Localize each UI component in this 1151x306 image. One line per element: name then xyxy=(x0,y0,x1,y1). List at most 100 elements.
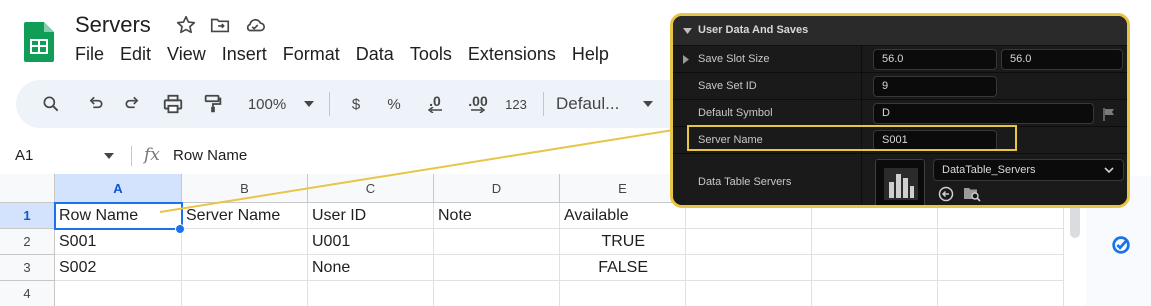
default-symbol-label: Default Symbol xyxy=(698,107,773,119)
save-set-id-input[interactable]: 9 xyxy=(873,76,997,97)
column-header-a[interactable]: A xyxy=(55,174,182,203)
menu-help[interactable]: Help xyxy=(564,42,617,67)
category-header[interactable]: User Data And Saves xyxy=(673,16,1127,46)
data-table-thumbnail[interactable] xyxy=(875,159,925,205)
document-title[interactable]: Servers xyxy=(75,12,151,38)
print-icon[interactable] xyxy=(159,91,187,117)
use-selected-asset-icon[interactable] xyxy=(938,186,954,202)
server-name-input[interactable]: S001 xyxy=(873,130,997,151)
cell-f2[interactable] xyxy=(686,229,812,255)
column-header-e[interactable]: E xyxy=(560,174,686,203)
font-select[interactable]: Defaul... xyxy=(556,91,628,117)
cell-h2[interactable] xyxy=(938,229,1064,255)
menu-insert[interactable]: Insert xyxy=(214,42,275,67)
name-box[interactable]: A1 xyxy=(15,147,33,164)
data-table-servers-label: Data Table Servers xyxy=(698,176,792,188)
star-icon[interactable] xyxy=(175,14,197,36)
undo-icon[interactable] xyxy=(82,91,108,117)
row-server-name: Server Name S001 xyxy=(673,127,1127,154)
column-header-c[interactable]: C xyxy=(308,174,434,203)
chevron-down-icon xyxy=(1104,167,1114,173)
cell-h3[interactable] xyxy=(938,255,1064,281)
server-name-label: Server Name xyxy=(698,134,763,146)
cell-d3[interactable] xyxy=(434,255,560,281)
menu-edit[interactable]: Edit xyxy=(112,42,159,67)
cell-f3[interactable] xyxy=(686,255,812,281)
cell-g4[interactable] xyxy=(812,281,938,306)
font-dropdown-icon[interactable] xyxy=(640,91,656,117)
cell-d2[interactable] xyxy=(434,229,560,255)
cell-c2[interactable]: U001 xyxy=(308,229,434,255)
formula-bar: A1 fx Row Name xyxy=(0,140,680,172)
browse-asset-icon[interactable] xyxy=(963,185,981,202)
cell-a1[interactable]: Row Name xyxy=(55,203,182,229)
zoom-dropdown-icon[interactable] xyxy=(301,91,317,117)
number-format-button[interactable]: 123 xyxy=(502,91,530,117)
cell-d1[interactable]: Note xyxy=(434,203,560,229)
row-save-slot-size: Save Slot Size 56.0 56.0 xyxy=(673,46,1127,73)
cell-c3[interactable]: None xyxy=(308,255,434,281)
cell-a3[interactable]: S002 xyxy=(55,255,182,281)
select-all-corner[interactable] xyxy=(0,174,55,203)
decrease-decimal-button[interactable]: .0 xyxy=(420,91,450,117)
data-table-dropdown[interactable]: DataTable_Servers xyxy=(933,159,1124,181)
search-icon[interactable] xyxy=(38,91,64,117)
cell-c4[interactable] xyxy=(308,281,434,306)
cell-h4[interactable] xyxy=(938,281,1064,306)
cell-a4[interactable] xyxy=(55,281,182,306)
redo-icon[interactable] xyxy=(120,91,146,117)
row-header-4[interactable]: 4 xyxy=(0,281,55,306)
data-table-value: DataTable_Servers xyxy=(942,164,1036,176)
column-header-b[interactable]: B xyxy=(182,174,308,203)
move-to-folder-icon[interactable] xyxy=(209,14,231,36)
tasks-icon[interactable] xyxy=(1110,234,1132,256)
row-header-1[interactable]: 1 xyxy=(0,203,55,229)
collapse-arrow-icon[interactable] xyxy=(683,28,692,34)
decrease-decimal-label: .0 xyxy=(429,93,441,109)
cell-e2[interactable]: TRUE xyxy=(560,229,686,255)
column-header-d[interactable]: D xyxy=(434,174,560,203)
cloud-status-icon[interactable] xyxy=(243,14,267,36)
data-table-icon xyxy=(884,168,918,200)
menu-format[interactable]: Format xyxy=(275,42,348,67)
expand-arrow-icon[interactable] xyxy=(683,55,689,64)
save-set-id-label: Save Set ID xyxy=(698,80,757,92)
save-slot-size-label: Save Slot Size xyxy=(698,53,770,65)
increase-decimal-label: .00 xyxy=(468,93,488,109)
menu-extensions[interactable]: Extensions xyxy=(460,42,564,67)
menu-view[interactable]: View xyxy=(159,42,214,67)
formula-input[interactable]: Row Name xyxy=(173,147,247,164)
cell-d4[interactable] xyxy=(434,281,560,306)
sheets-logo xyxy=(24,22,54,62)
menu-data[interactable]: Data xyxy=(348,42,402,67)
localization-flag-icon[interactable] xyxy=(1102,107,1116,121)
cell-g3[interactable] xyxy=(812,255,938,281)
zoom-select[interactable]: 100% xyxy=(240,91,294,117)
save-slot-size-x-input[interactable]: 56.0 xyxy=(873,49,997,70)
cell-g2[interactable] xyxy=(812,229,938,255)
cell-b4[interactable] xyxy=(182,281,308,306)
cell-e3[interactable]: FALSE xyxy=(560,255,686,281)
percent-format-button[interactable]: % xyxy=(384,91,404,117)
cell-a2[interactable]: S001 xyxy=(55,229,182,255)
menu-file[interactable]: File xyxy=(67,42,112,67)
cell-c1[interactable]: User ID xyxy=(308,203,434,229)
cell-f4[interactable] xyxy=(686,281,812,306)
currency-format-button[interactable]: $ xyxy=(346,91,366,117)
paint-format-icon[interactable] xyxy=(199,91,227,117)
row-header-3[interactable]: 3 xyxy=(0,255,55,281)
cell-e4[interactable] xyxy=(560,281,686,306)
default-symbol-input[interactable]: D xyxy=(873,103,1094,124)
cell-e1[interactable]: Available xyxy=(560,203,686,229)
fill-handle[interactable] xyxy=(175,224,185,234)
increase-decimal-button[interactable]: .00 xyxy=(461,91,495,117)
cell-b2[interactable] xyxy=(182,229,308,255)
row-header-2[interactable]: 2 xyxy=(0,229,55,255)
cell-b3[interactable] xyxy=(182,255,308,281)
name-box-dropdown-icon[interactable] xyxy=(104,153,114,159)
save-slot-size-y-input[interactable]: 56.0 xyxy=(1001,49,1123,70)
menu-bar: File Edit View Insert Format Data Tools … xyxy=(67,42,617,67)
cell-b1[interactable]: Server Name xyxy=(182,203,308,229)
menu-tools[interactable]: Tools xyxy=(402,42,460,67)
category-title: User Data And Saves xyxy=(698,24,809,36)
